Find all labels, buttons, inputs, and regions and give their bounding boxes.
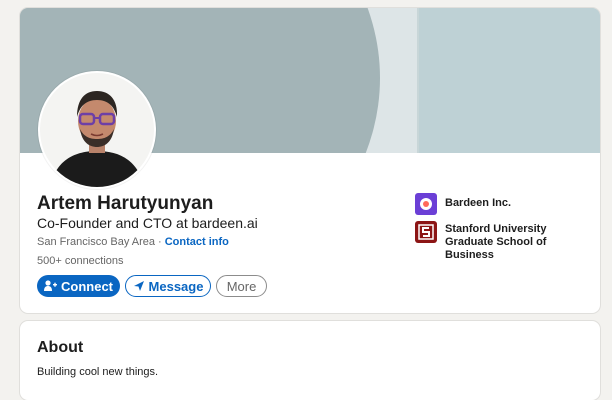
more-label: More	[226, 278, 257, 294]
profile-card: Artem Harutyunyan Co-Founder and CTO at …	[20, 8, 600, 313]
message-label: Message	[148, 278, 204, 294]
connect-label: Connect	[61, 278, 113, 294]
organization-bardeen[interactable]: Bardeen Inc.	[415, 193, 511, 215]
location-row: San Francisco Bay Area · Contact info	[37, 236, 229, 248]
contact-info-link[interactable]: Contact info	[165, 236, 229, 248]
avatar[interactable]	[38, 71, 156, 189]
location-separator: ·	[158, 236, 162, 248]
send-icon	[133, 280, 145, 292]
organization-name: Stanford University Graduate School of B…	[445, 223, 547, 261]
stanford-logo-icon	[415, 221, 437, 243]
profile-name: Artem Harutyunyan	[37, 193, 214, 214]
about-card: About Building cool new things.	[20, 321, 600, 400]
about-text: Building cool new things.	[37, 366, 159, 378]
connections-count: 500+ connections	[37, 255, 124, 267]
connect-button[interactable]: Connect	[37, 275, 120, 297]
organization-stanford[interactable]: Stanford University Graduate School of B…	[415, 221, 555, 262]
profile-headline: Co-Founder and CTO at bardeen.ai	[37, 215, 258, 231]
message-button[interactable]: Message	[125, 275, 211, 297]
organization-name: Bardeen Inc.	[445, 197, 512, 209]
about-title: About	[37, 339, 84, 356]
add-person-icon	[44, 280, 57, 292]
profile-location: San Francisco Bay Area	[37, 236, 156, 248]
bardeen-logo-icon	[415, 193, 437, 215]
more-button[interactable]: More	[216, 275, 267, 297]
